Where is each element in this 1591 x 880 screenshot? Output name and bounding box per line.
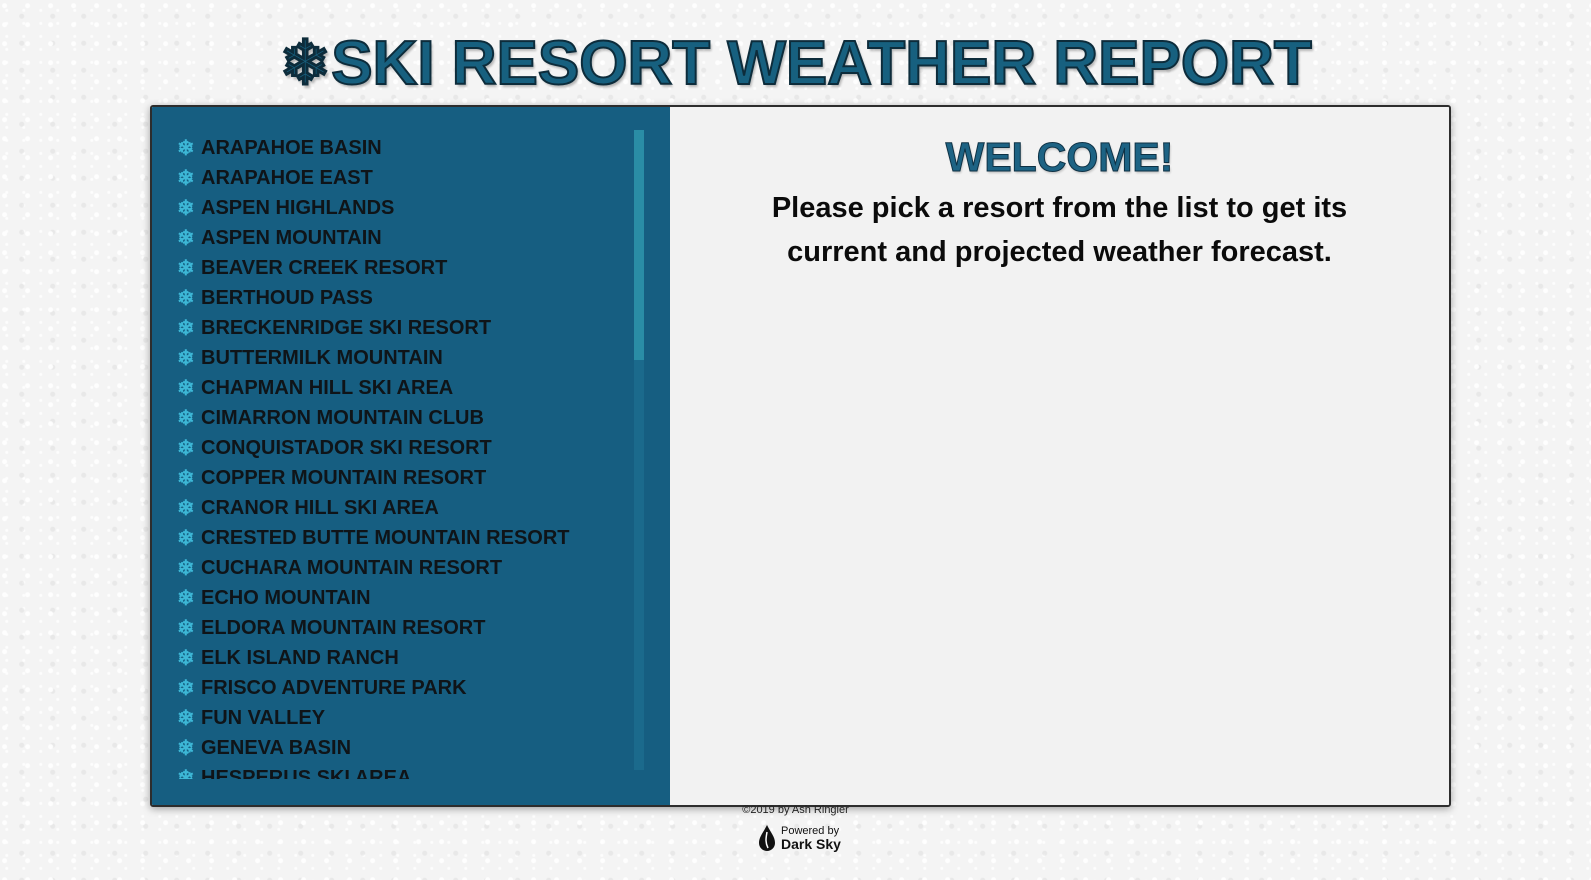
snowflake-icon: ❄ — [177, 526, 195, 550]
snowflake-icon: ❄ — [177, 706, 195, 730]
snowflake-icon: ❄ — [279, 29, 332, 99]
snowflake-icon: ❄ — [177, 586, 195, 610]
snowflake-icon: ❄ — [177, 466, 195, 490]
resort-label: ASPEN HIGHLANDS — [201, 196, 395, 219]
resort-label: ELK ISLAND RANCH — [201, 646, 399, 669]
snowflake-icon: ❄ — [177, 136, 195, 160]
snowflake-icon: ❄ — [177, 616, 195, 640]
snowflake-icon: ❄ — [177, 676, 195, 700]
dark-sky-label: Dark Sky — [781, 836, 841, 852]
resort-label: BERTHOUD PASS — [201, 286, 373, 309]
resort-item[interactable]: ❄ CONQUISTADOR SKI RESORT — [177, 433, 627, 463]
resort-item[interactable]: ❄ ELDORA MOUNTAIN RESORT — [177, 613, 627, 643]
main-panel: ❄ ARAPAHOE BASIN ❄ ARAPAHOE EAST ❄ ASPEN HIGH… — [150, 105, 1451, 807]
resort-item[interactable]: ❄ ASPEN HIGHLANDS — [177, 193, 627, 223]
resort-list-scrollbar[interactable] — [634, 130, 644, 770]
snowflake-icon: ❄ — [177, 436, 195, 460]
resort-label: ELDORA MOUNTAIN RESORT — [201, 616, 486, 639]
resort-item[interactable]: ❄ HESPERUS SKI AREA — [177, 763, 627, 780]
resort-item[interactable]: ❄ BUTTERMILK MOUNTAIN — [177, 343, 627, 373]
resort-label: CHAPMAN HILL SKI AREA — [201, 376, 454, 399]
snowflake-icon: ❄ — [177, 316, 195, 340]
resort-item[interactable]: ❄ CIMARRON MOUNTAIN CLUB — [177, 403, 627, 433]
resort-label: FRISCO ADVENTURE PARK — [201, 676, 467, 699]
resort-item[interactable]: ❄ CUCHARA MOUNTAIN RESORT — [177, 553, 627, 583]
snowflake-icon: ❄ — [177, 346, 195, 370]
resort-item[interactable]: ❄ BERTHOUD PASS — [177, 283, 627, 313]
resort-label: ASPEN MOUNTAIN — [201, 226, 382, 249]
snowflake-icon: ❄ — [177, 256, 195, 280]
snowflake-icon: ❄ — [177, 286, 195, 310]
resort-label: CIMARRON MOUNTAIN CLUB — [201, 406, 484, 429]
resort-sidebar: ❄ ARAPAHOE BASIN ❄ ARAPAHOE EAST ❄ ASPEN HIGH… — [152, 107, 670, 805]
resort-label: HESPERUS SKI AREA — [201, 766, 412, 780]
snowflake-icon: ❄ — [177, 496, 195, 520]
resort-label: BRECKENRIDGE SKI RESORT — [201, 316, 492, 339]
dark-sky-logo-icon — [759, 825, 775, 851]
copyright-text: ©2019 by Ash Ringler — [742, 804, 849, 816]
snowflake-icon: ❄ — [177, 766, 195, 780]
resort-item[interactable]: ❄ BRECKENRIDGE SKI RESORT — [177, 313, 627, 343]
snowflake-icon: ❄ — [177, 196, 195, 220]
resort-item[interactable]: ❄ BEAVER CREEK RESORT — [177, 253, 627, 283]
resort-list[interactable]: ❄ ARAPAHOE BASIN ❄ ARAPAHOE EAST ❄ ASPEN HIGH… — [177, 133, 627, 780]
resort-label: CUCHARA MOUNTAIN RESORT — [201, 556, 503, 579]
welcome-pane: WELCOME! Please pick a resort from the l… — [670, 107, 1449, 805]
resort-label: BUTTERMILK MOUNTAIN — [201, 346, 443, 369]
resort-item[interactable]: ❄ GENEVA BASIN — [177, 733, 627, 763]
resort-label: COPPER MOUNTAIN RESORT — [201, 466, 487, 489]
resort-item[interactable]: ❄ FRISCO ADVENTURE PARK — [177, 673, 627, 703]
resort-label: BEAVER CREEK RESORT — [201, 256, 448, 279]
resort-item[interactable]: ❄ ASPEN MOUNTAIN — [177, 223, 627, 253]
resort-item[interactable]: ❄ FUN VALLEY — [177, 703, 627, 733]
resort-label: ECHO MOUNTAIN — [201, 586, 371, 609]
page-title-text: SKI RESORT WEATHER REPORT — [330, 28, 1313, 99]
resort-label: CONQUISTADOR SKI RESORT — [201, 436, 492, 459]
resort-label: CRANOR HILL SKI AREA — [201, 496, 439, 519]
resort-item[interactable]: ❄ ELK ISLAND RANCH — [177, 643, 627, 673]
resort-label: CRESTED BUTTE MOUNTAIN RESORT — [201, 526, 570, 549]
resort-label: FUN VALLEY — [201, 706, 326, 729]
instructions-text: Please pick a resort from the list to ge… — [771, 192, 1348, 268]
resort-item[interactable]: ❄ CRANOR HILL SKI AREA — [177, 493, 627, 523]
snowflake-icon: ❄ — [177, 376, 195, 400]
resort-item[interactable]: ❄ CRESTED BUTTE MOUNTAIN RESORT — [177, 523, 627, 553]
snowflake-icon: ❄ — [177, 166, 195, 190]
snowflake-icon: ❄ — [177, 556, 195, 580]
snowflake-icon: ❄ — [177, 406, 195, 430]
page-title: ❄SKI RESORT WEATHER REPORT — [0, 26, 1591, 102]
snowflake-icon: ❄ — [177, 226, 195, 250]
resort-item[interactable]: ❄ ECHO MOUNTAIN — [177, 583, 627, 613]
resort-item[interactable]: ❄ CHAPMAN HILL SKI AREA — [177, 373, 627, 403]
resort-item[interactable]: ❄ ARAPAHOE EAST — [177, 163, 627, 193]
snowflake-icon: ❄ — [177, 646, 195, 670]
resort-item[interactable]: ❄ COPPER MOUNTAIN RESORT — [177, 463, 627, 493]
resort-item[interactable]: ❄ ARAPAHOE BASIN — [177, 133, 627, 163]
resort-label: GENEVA BASIN — [201, 736, 352, 759]
dark-sky-badge[interactable]: Powered by Dark Sky — [757, 822, 841, 854]
snowflake-icon: ❄ — [177, 736, 195, 760]
resort-label: ARAPAHOE EAST — [201, 166, 373, 189]
welcome-heading: WELCOME! — [945, 134, 1174, 181]
scrollbar-thumb[interactable] — [634, 130, 644, 360]
resort-label: ARAPAHOE BASIN — [201, 136, 382, 159]
